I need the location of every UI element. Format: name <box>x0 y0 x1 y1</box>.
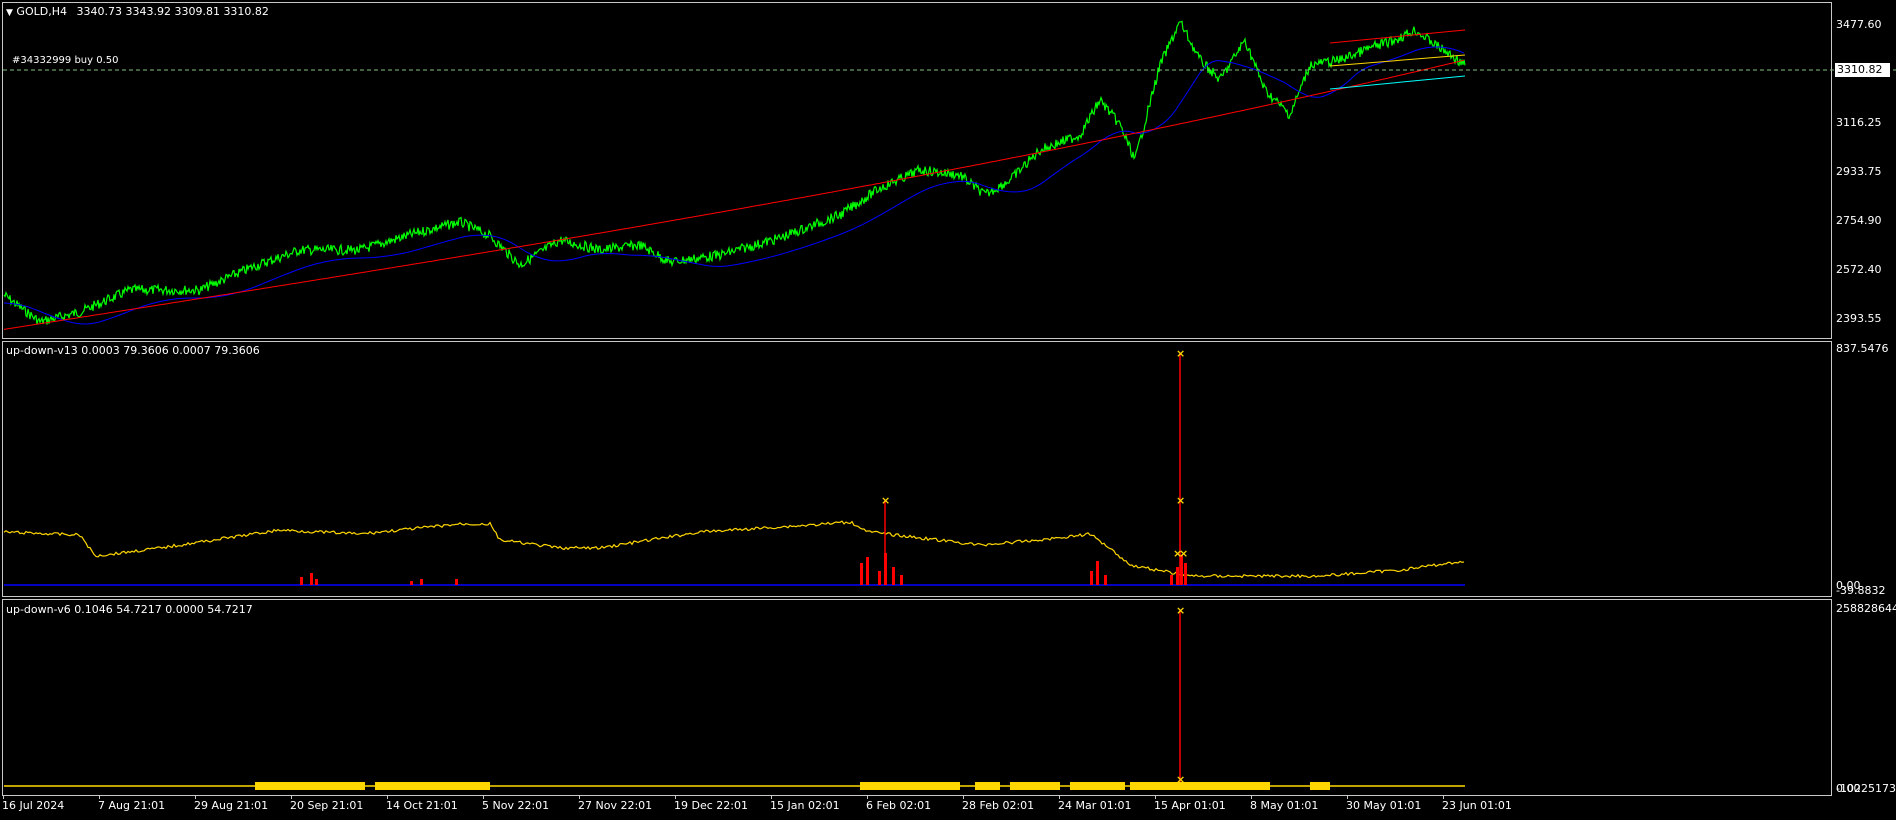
y-axis-label: 3116.25 <box>1836 116 1882 129</box>
time-axis-tick <box>1347 795 1348 799</box>
histogram-bar <box>878 571 881 585</box>
time-axis-tick <box>195 795 196 799</box>
histogram-bar <box>1104 575 1107 585</box>
time-axis-label: 7 Aug 21:01 <box>98 799 166 812</box>
ma-fast-line <box>3 46 1465 325</box>
histogram-bar <box>1176 567 1179 585</box>
histogram-bar <box>420 579 423 585</box>
y-axis-label: 2572.40 <box>1836 263 1882 276</box>
time-axis-label: 23 Jun 01:01 <box>1442 799 1512 812</box>
ind2-y-min: -10225173 <box>1836 782 1896 795</box>
histogram-bar <box>1184 563 1187 585</box>
time-axis-tick <box>3 795 4 799</box>
signal-x-marker: × <box>1176 604 1185 617</box>
histogram-bar <box>1096 561 1099 585</box>
time-axis-label: 14 Oct 21:01 <box>386 799 458 812</box>
signal-x-marker: × <box>1176 347 1185 360</box>
signal-x-marker: × <box>881 494 890 507</box>
y-axis-label: 3477.60 <box>1836 18 1882 31</box>
histogram-bar <box>410 581 413 585</box>
signal-band <box>1070 782 1125 790</box>
histogram-bar <box>892 567 895 585</box>
time-axis-tick <box>675 795 676 799</box>
time-axis-label: 19 Dec 22:01 <box>674 799 748 812</box>
ma-slow-line <box>3 59 1465 330</box>
time-axis-tick <box>291 795 292 799</box>
histogram-bar <box>300 577 303 585</box>
histogram-bar <box>900 575 903 585</box>
time-axis-label: 29 Aug 21:01 <box>194 799 269 812</box>
histogram-bar <box>1090 571 1093 585</box>
indicator-v6-label: up-down-v6 0.1046 54.7217 0.0000 54.7217 <box>6 603 253 616</box>
symbol-header[interactable]: ▼ GOLD,H4 3340.73 3343.92 3309.81 3310.8… <box>6 5 269 18</box>
time-axis-tick <box>867 795 868 799</box>
time-axis-label: 6 Feb 02:01 <box>866 799 932 812</box>
order-label[interactable]: #34332999 buy 0.50 <box>12 55 119 66</box>
signal-band <box>1310 782 1330 790</box>
indicator-v13-line <box>3 520 1465 579</box>
signal-band <box>975 782 1000 790</box>
time-axis-label: 5 Nov 22:01 <box>482 799 550 812</box>
time-axis-tick <box>99 795 100 799</box>
signal-band <box>375 782 490 790</box>
time-axis-tick <box>1443 795 1444 799</box>
time-axis-label: 30 May 01:01 <box>1346 799 1422 812</box>
time-axis-label: 24 Mar 01:01 <box>1058 799 1132 812</box>
time-axis-tick <box>579 795 580 799</box>
channel-lower-line <box>1329 75 1466 90</box>
ind1-y-min: -39.8832 <box>1836 584 1886 597</box>
y-axis-label: 2754.90 <box>1836 214 1882 227</box>
time-axis-label: 27 Nov 22:01 <box>578 799 653 812</box>
histogram-bar <box>455 579 458 585</box>
signal-band <box>860 782 960 790</box>
current-price-box: 3310.82 <box>1835 63 1890 77</box>
indicator-v13-label: up-down-v13 0.0003 79.3606 0.0007 79.360… <box>6 344 260 357</box>
time-axis-tick <box>1251 795 1252 799</box>
time-axis-tick <box>387 795 388 799</box>
y-axis-label: 2933.75 <box>1836 165 1882 178</box>
ind1-y-top: 837.5476 <box>1836 342 1889 355</box>
histogram-bar <box>866 557 869 585</box>
ohlc-values: 3340.73 3343.92 3309.81 3310.82 <box>76 5 269 18</box>
signal-band <box>1010 782 1060 790</box>
collapse-triangle-icon[interactable]: ▼ <box>6 8 13 18</box>
chart-plot-area: ××××××× <box>3 20 1896 790</box>
time-axis-label: 28 Feb 02:01 <box>962 799 1035 812</box>
histogram-bar <box>860 563 863 585</box>
time-axis-tick <box>771 795 772 799</box>
time-axis-tick <box>963 795 964 799</box>
time-axis-tick <box>483 795 484 799</box>
histogram-bar <box>310 573 313 585</box>
time-axis-label: 15 Apr 01:01 <box>1154 799 1226 812</box>
time-axis-tick <box>1155 795 1156 799</box>
signal-band <box>1130 782 1270 790</box>
time-axis-label: 8 May 01:01 <box>1250 799 1319 812</box>
time-axis-tick <box>1059 795 1060 799</box>
signal-band <box>255 782 365 790</box>
time-axis-label: 16 Jul 2024 <box>2 799 65 812</box>
histogram-bar <box>1170 575 1173 585</box>
ind2-y-top: 258828644 <box>1836 602 1896 615</box>
time-axis-label: 20 Sep 21:01 <box>290 799 364 812</box>
y-axis-label: 2393.55 <box>1836 312 1882 325</box>
signal-x-marker: × <box>1176 494 1185 507</box>
symbol-label: GOLD,H4 <box>16 5 67 18</box>
signal-x-marker: × <box>1179 547 1188 560</box>
histogram-bar <box>315 579 318 585</box>
time-axis-label: 15 Jan 02:01 <box>770 799 840 812</box>
